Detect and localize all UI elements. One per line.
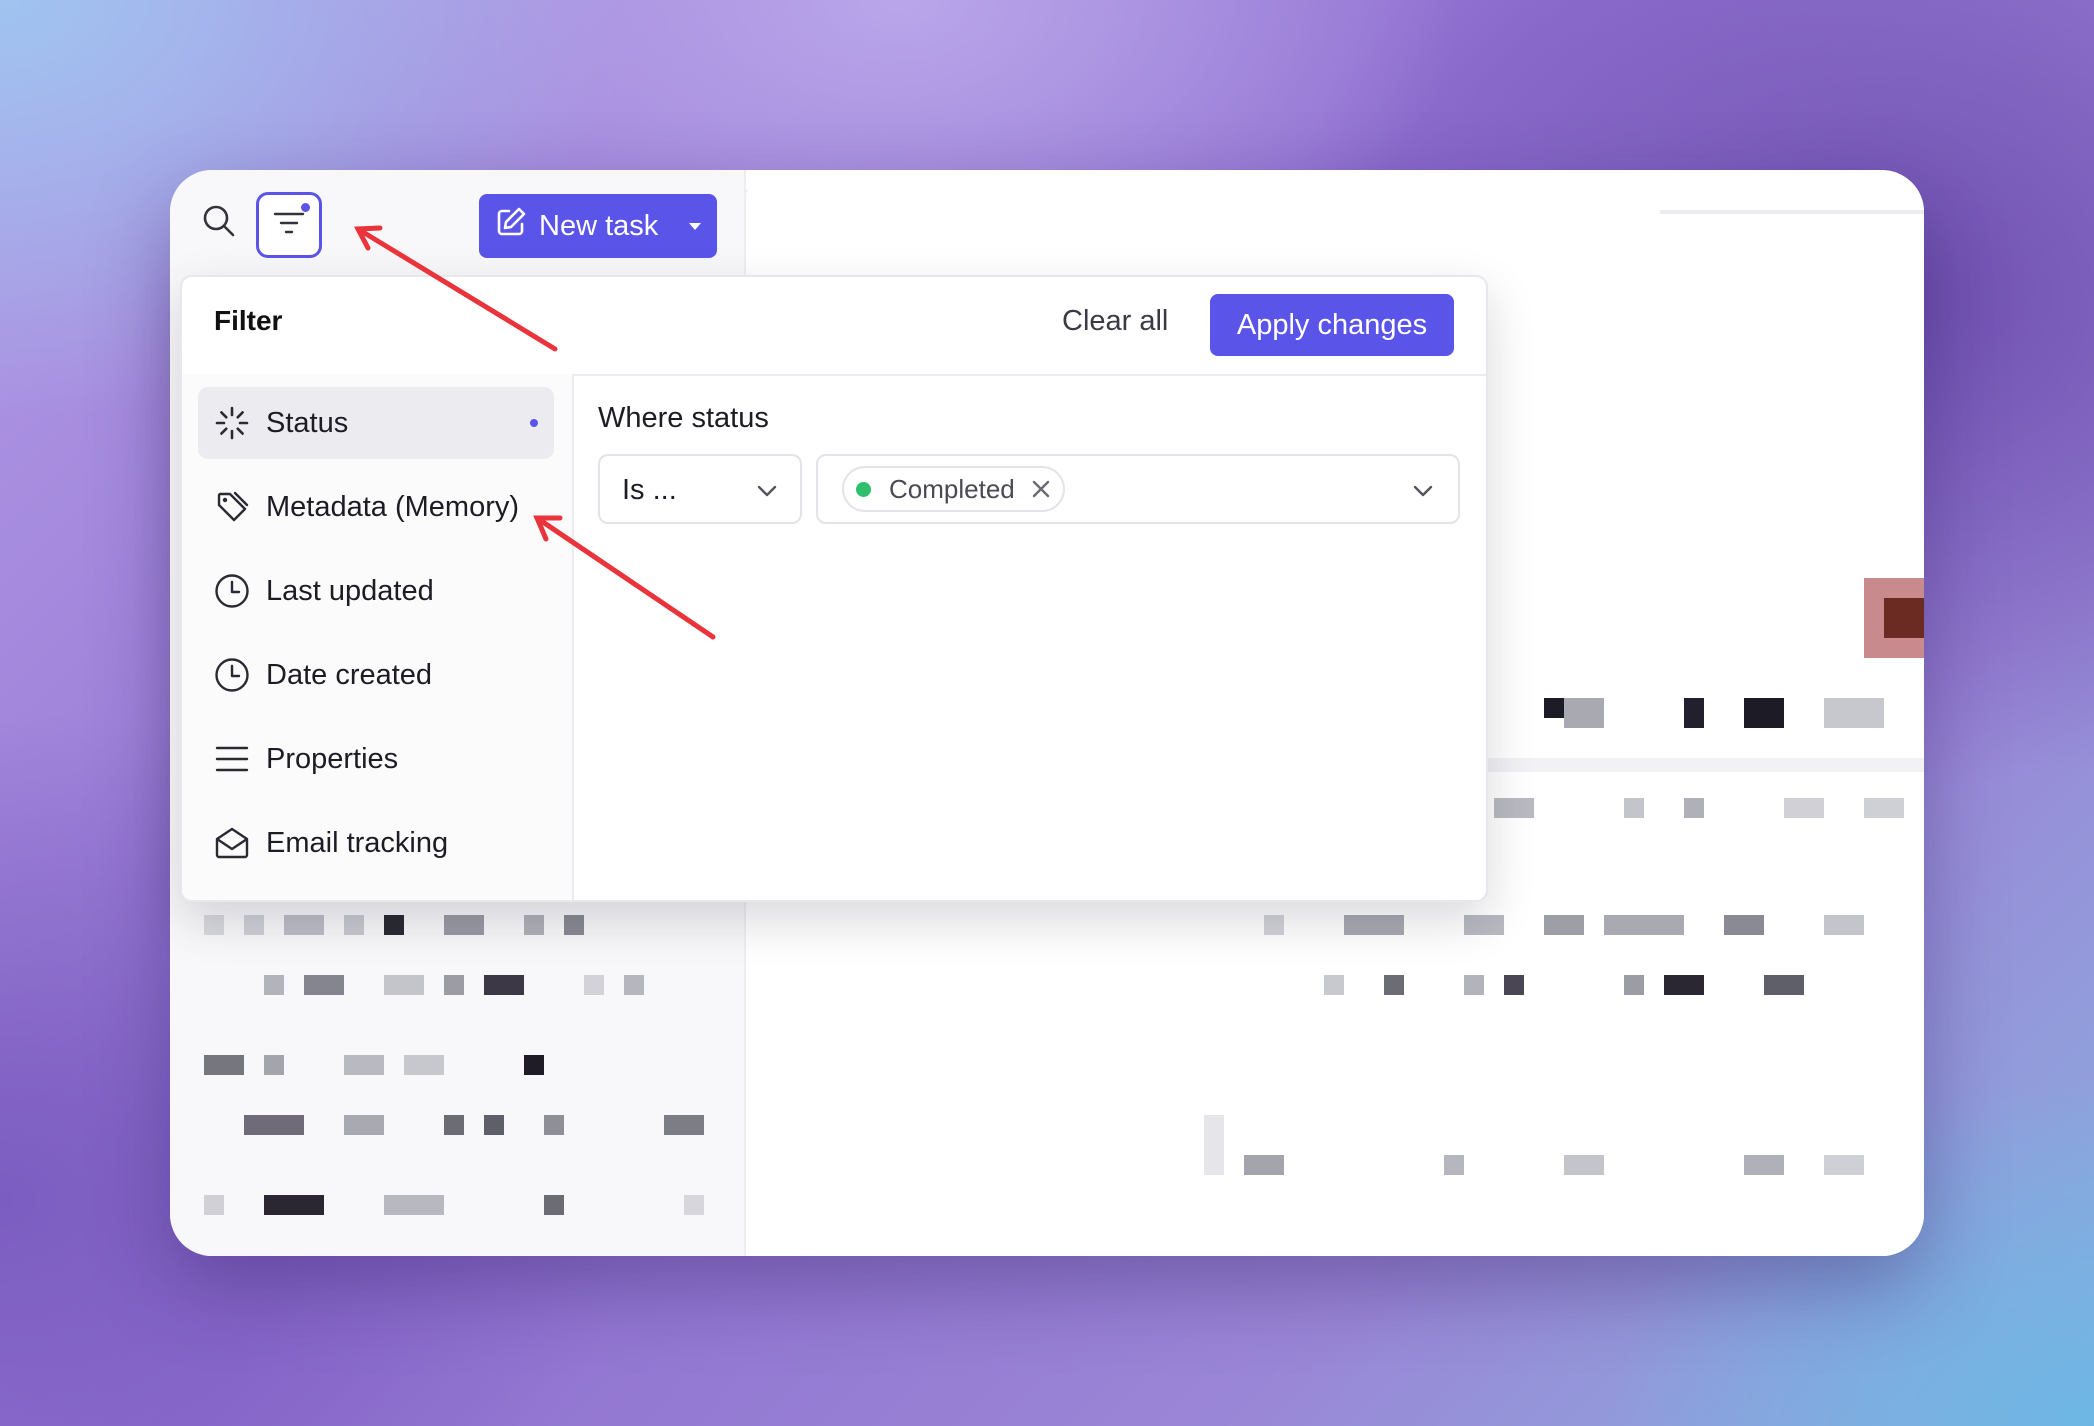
chevron-down-icon <box>1412 480 1434 507</box>
filter-category-label: Date created <box>266 658 433 691</box>
status-value-select[interactable]: Completed <box>816 454 1460 524</box>
filter-popover: Filter Clear all Apply changes Status Me… <box>180 275 1488 902</box>
filter-active-indicator <box>301 203 310 212</box>
filter-category-last-updated[interactable]: Last updated <box>198 555 554 627</box>
status-chip-completed: Completed <box>842 466 1065 512</box>
status-color-dot <box>856 481 871 497</box>
close-icon[interactable] <box>1031 479 1051 499</box>
filter-button[interactable] <box>256 192 322 258</box>
filter-category-label: Metadata (Memory) <box>266 490 520 523</box>
filter-category-email-tracking[interactable]: Email tracking <box>198 807 554 879</box>
apply-changes-button[interactable]: Apply changes <box>1210 294 1454 356</box>
active-filter-dot <box>530 419 538 427</box>
main-top-divider <box>1660 210 1924 214</box>
chevron-down-icon <box>756 480 778 507</box>
new-task-button[interactable]: New task <box>479 194 717 258</box>
tag-icon <box>214 489 250 525</box>
filter-category-metadata[interactable]: Metadata (Memory) <box>198 471 554 543</box>
filter-category-date-created[interactable]: Date created <box>198 639 554 711</box>
filter-condition-panel: Where status Is ... Completed <box>574 374 1486 900</box>
status-chip-label: Completed <box>889 473 1015 504</box>
filter-category-label: Email tracking <box>266 826 449 859</box>
search-button[interactable] <box>194 198 244 248</box>
clock-icon <box>214 657 250 693</box>
search-icon <box>202 204 236 243</box>
status-spinner-icon <box>214 405 250 441</box>
filter-icon <box>273 210 305 241</box>
filter-category-properties[interactable]: Properties <box>198 723 554 795</box>
clock-icon <box>214 573 250 609</box>
envelope-open-icon <box>214 825 250 861</box>
filter-category-status[interactable]: Status <box>198 387 554 459</box>
operator-value: Is ... <box>622 474 677 506</box>
list-icon <box>214 741 250 777</box>
filter-category-label: Status <box>266 406 349 439</box>
filter-category-list: Status Metadata (Memory) Last updated Da… <box>182 374 574 900</box>
sidebar-toolbar: New task <box>170 170 744 270</box>
condition-label: Where status <box>598 402 769 434</box>
filter-category-label: Last updated <box>266 574 434 607</box>
clear-all-button[interactable]: Clear all <box>1062 305 1168 338</box>
filter-popover-header: Filter Clear all Apply changes <box>182 277 1486 376</box>
new-task-dropdown-caret[interactable] <box>683 208 707 252</box>
filter-title: Filter <box>214 305 283 336</box>
filter-category-label: Properties <box>266 742 399 775</box>
operator-select[interactable]: Is ... <box>598 454 802 524</box>
edit-icon <box>495 206 527 246</box>
new-task-label: New task <box>539 209 659 242</box>
